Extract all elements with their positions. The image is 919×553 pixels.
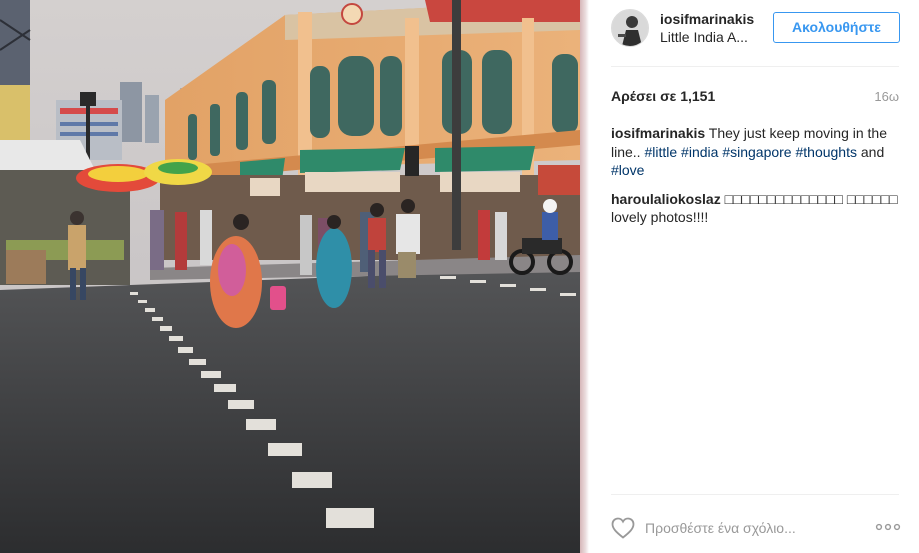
caption: iosifmarinakis They just keep moving in … <box>611 124 903 180</box>
heart-icon[interactable] <box>611 517 635 539</box>
footer-divider <box>611 494 899 495</box>
avatar-image <box>612 10 648 46</box>
comments-list: iosifmarinakis They just keep moving in … <box>611 124 903 237</box>
add-comment-input[interactable] <box>645 517 845 539</box>
more-options-icon[interactable] <box>875 519 901 535</box>
follow-button[interactable]: Ακολουθήστε <box>773 12 900 43</box>
caption-username[interactable]: iosifmarinakis <box>611 125 705 141</box>
hashtag-link[interactable]: #love <box>611 162 644 178</box>
add-comment-row <box>611 515 901 541</box>
header-divider <box>611 66 899 67</box>
hashtag-link[interactable]: #little <box>644 144 677 160</box>
comment-item: haroulaliokoslaz □□□□□□□□□□□□□□ □□□□□□ l… <box>611 190 903 227</box>
likes-count[interactable]: Αρέσει σε 1,151 <box>611 88 715 104</box>
post-header: iosifmarinakis Little India A... Ακολουθ… <box>611 8 900 50</box>
post-side-panel: iosifmarinakis Little India A... Ακολουθ… <box>589 0 919 553</box>
post-photo[interactable] <box>0 0 580 553</box>
photo-edge-shadow <box>580 0 589 553</box>
hashtag-link[interactable]: #thoughts <box>795 144 857 160</box>
caption-joiner: and <box>860 143 885 160</box>
comment-username[interactable]: haroulaliokoslaz <box>611 191 721 207</box>
hashtag-link[interactable]: #india <box>681 144 718 160</box>
hashtag-link[interactable]: #singapore <box>722 144 791 160</box>
street-scene-image <box>0 0 580 553</box>
avatar[interactable] <box>611 9 649 47</box>
post-username[interactable]: iosifmarinakis <box>660 11 754 27</box>
post-location[interactable]: Little India A... <box>660 29 748 45</box>
post-time[interactable]: 16ω <box>874 89 899 104</box>
